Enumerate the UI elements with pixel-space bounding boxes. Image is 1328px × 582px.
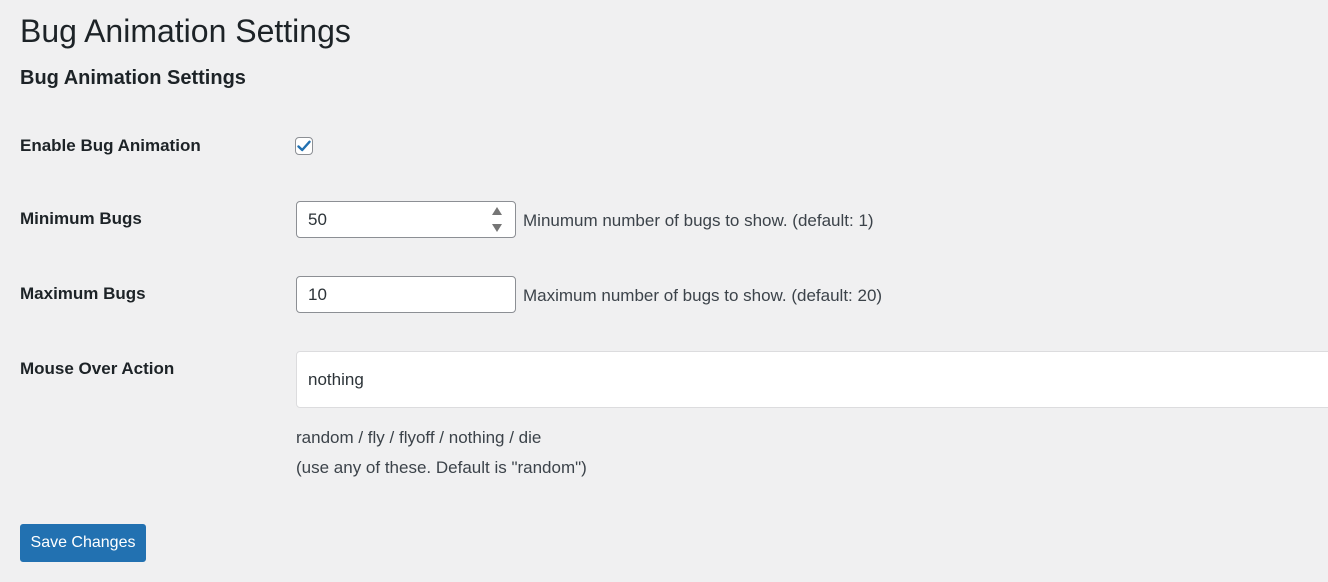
maximum-bugs-label: Maximum Bugs [20, 284, 146, 303]
enable-bug-animation-checkbox[interactable] [295, 137, 313, 155]
spinner-down-icon[interactable] [492, 224, 502, 232]
minimum-bugs-description: Minumum number of bugs to show. (default… [523, 211, 874, 230]
mouse-over-default-text: (use any of these. Default is "random") [296, 458, 587, 477]
checkmark-icon [297, 140, 311, 152]
page-title: Bug Animation Settings [20, 13, 351, 49]
minimum-bugs-value: 50 [308, 209, 327, 229]
number-spinner-icon[interactable] [491, 205, 503, 234]
mouse-over-action-value: nothing [308, 369, 364, 389]
minimum-bugs-label: Minimum Bugs [20, 209, 142, 228]
mouse-over-options-text: random / fly / flyoff / nothing / die [296, 428, 542, 447]
maximum-bugs-description: Maximum number of bugs to show. (default… [523, 286, 883, 305]
minimum-bugs-input[interactable]: 50 [296, 201, 516, 238]
section-title: Bug Animation Settings [20, 67, 246, 89]
spinner-up-icon[interactable] [492, 207, 502, 215]
enable-bug-animation-label: Enable Bug Animation [20, 136, 201, 155]
maximum-bugs-value: 10 [308, 284, 327, 304]
mouse-over-action-input[interactable]: nothing [296, 351, 1328, 408]
mouse-over-action-label: Mouse Over Action [20, 359, 175, 378]
maximum-bugs-input[interactable]: 10 [296, 276, 516, 313]
save-changes-button[interactable]: Save Changes [20, 524, 146, 562]
